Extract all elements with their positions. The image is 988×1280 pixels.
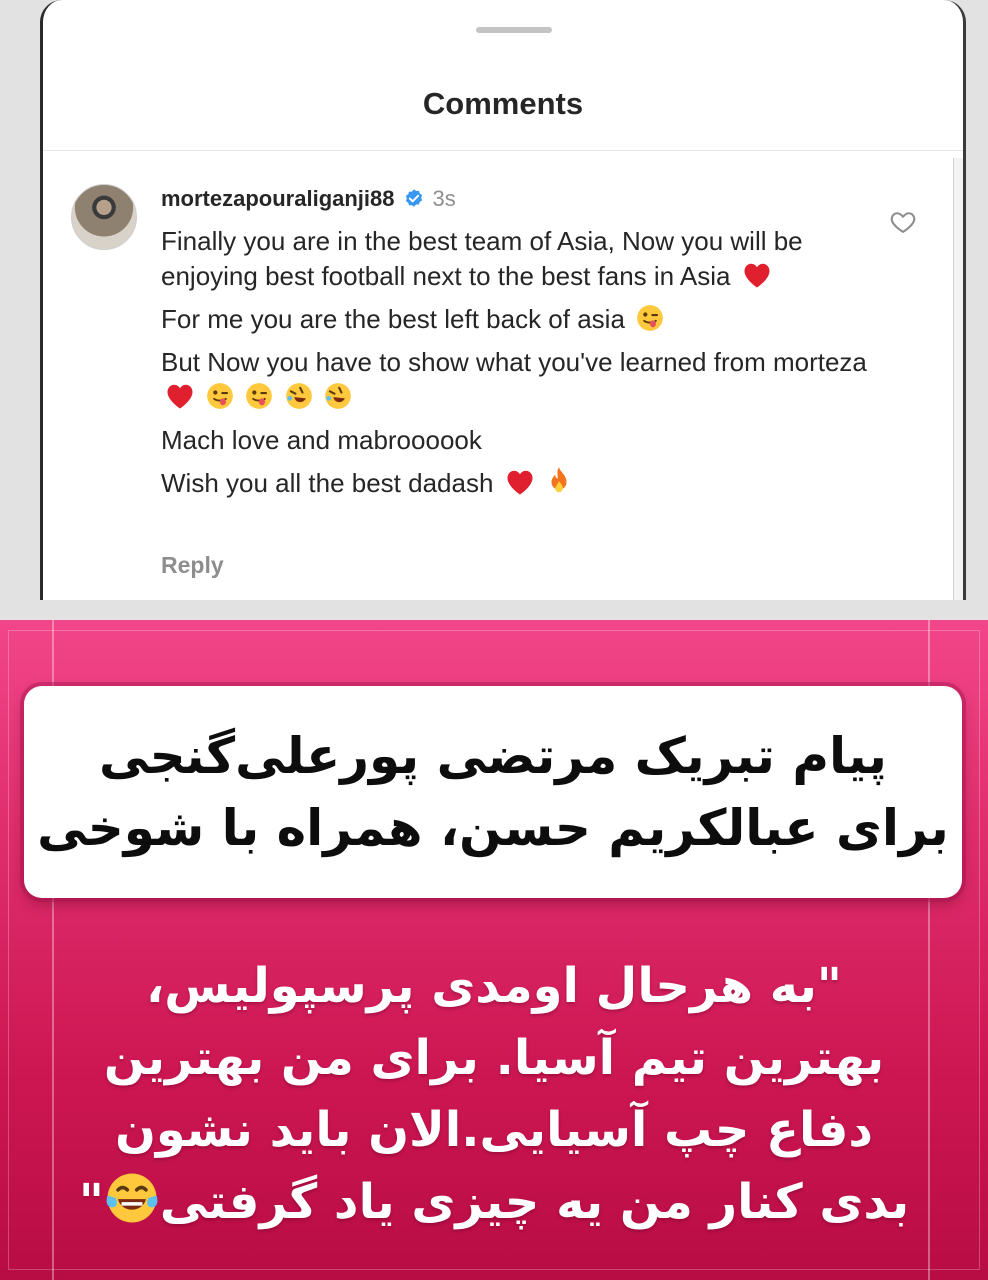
like-heart-icon[interactable] bbox=[889, 208, 917, 236]
scrollbar[interactable] bbox=[953, 158, 963, 600]
quote-line-1: "به هرحال اومدی پرسپولیس، bbox=[146, 958, 842, 1014]
comment-paragraph-2: For me you are the best left back of asi… bbox=[161, 302, 871, 337]
comment-header: mortezapouraliganji88 3s bbox=[161, 186, 456, 212]
reply-button[interactable]: Reply bbox=[161, 552, 224, 579]
comment-timestamp: 3s bbox=[432, 186, 456, 211]
winking-tongue-emoji-icon bbox=[207, 383, 234, 409]
fire-emoji-icon bbox=[551, 467, 567, 493]
comments-sheet: Comments mortezapouraliganji88 3s Finall… bbox=[40, 0, 966, 600]
rolling-laughing-emoji-icon bbox=[285, 383, 312, 409]
comment-paragraph-3: But Now you have to show what you've lea… bbox=[161, 345, 871, 415]
winking-tongue-emoji-icon bbox=[637, 305, 663, 331]
red-heart-emoji-icon bbox=[507, 470, 533, 495]
headline-line-2: برای عبالکریم حسن، همراه با شوخی bbox=[37, 799, 949, 857]
avatar[interactable] bbox=[71, 184, 137, 250]
quote-line-4-end: " bbox=[78, 1174, 104, 1230]
red-heart-emoji-icon bbox=[744, 263, 770, 288]
tears-of-joy-emoji-icon bbox=[106, 1173, 158, 1223]
news-graphic-panel: پیام تبریک مرتضی پورعلی‌گنجی برای عبالکر… bbox=[0, 620, 988, 1280]
headline-line-1: پیام تبریک مرتضی پورعلی‌گنجی bbox=[99, 727, 887, 785]
comment-paragraph-4: Mach love and mabroooook bbox=[161, 425, 482, 455]
rolling-laughing-emoji-icon bbox=[325, 383, 351, 409]
quote-text: "به هرحال اومدی پرسپولیس، بهترین تیم آسی… bbox=[40, 950, 948, 1238]
screenshot-background: Comments mortezapouraliganji88 3s Finall… bbox=[0, 0, 988, 620]
sheet-drag-handle[interactable] bbox=[476, 27, 552, 33]
comment-paragraph-5: Wish you all the best dadash bbox=[161, 466, 871, 501]
comment-text: Finally you are in the best team of Asia… bbox=[161, 224, 871, 509]
red-heart-emoji-icon bbox=[167, 384, 193, 409]
headline-box: پیام تبریک مرتضی پورعلی‌گنجی برای عبالکر… bbox=[24, 686, 962, 898]
quote-line-4: بدی کنار من یه چیزی یاد گرفتی " bbox=[79, 1166, 909, 1238]
quote-line-2: بهترین تیم آسیا. برای من بهترین bbox=[103, 1030, 885, 1086]
quote-line-4-text: بدی کنار من یه چیزی یاد گرفتی bbox=[159, 1174, 910, 1230]
winking-tongue-emoji-icon bbox=[246, 383, 273, 409]
comment-paragraph-1: Finally you are in the best team of Asia… bbox=[161, 226, 803, 291]
verified-badge-icon bbox=[405, 189, 422, 207]
comments-title: Comments bbox=[422, 86, 584, 121]
quote-line-3: دفاع چپ آسیایی.الان باید نشون bbox=[114, 1102, 874, 1158]
username-link[interactable]: mortezapouraliganji88 bbox=[161, 186, 395, 212]
header-divider bbox=[43, 150, 963, 151]
